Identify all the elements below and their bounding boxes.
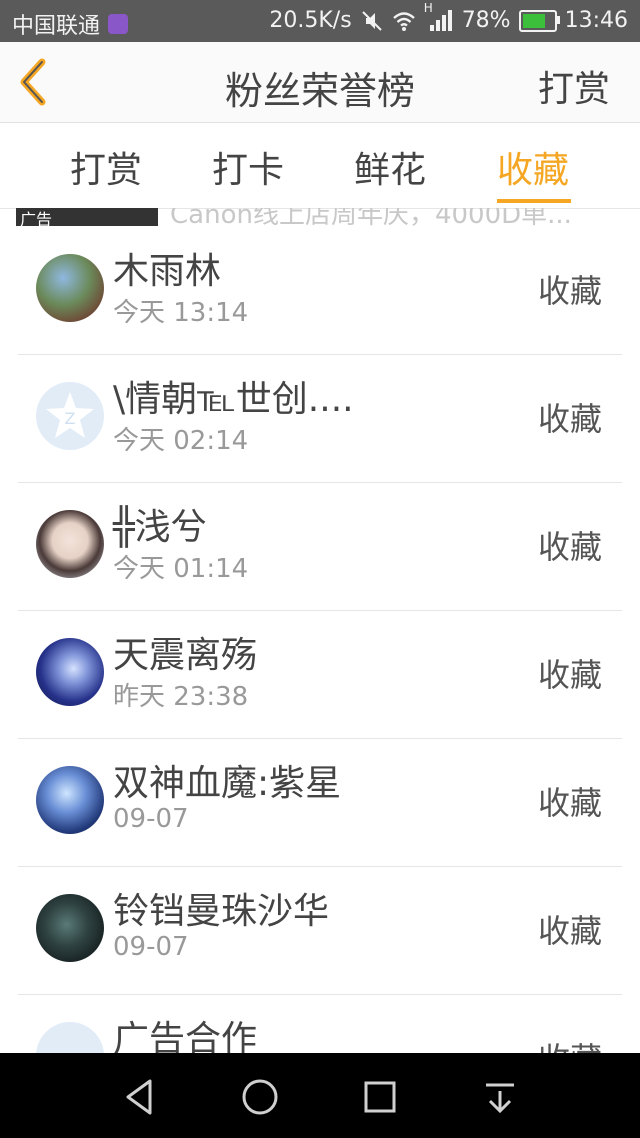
active-tab-indicator — [497, 199, 571, 203]
avatar — [36, 254, 104, 322]
tab-favorites[interactable]: 收藏 — [497, 141, 569, 193]
home-circle-icon[interactable] — [238, 1075, 282, 1119]
ad-label: 广告 — [20, 210, 53, 228]
avatar — [36, 894, 104, 962]
system-nav-bar — [0, 1053, 640, 1138]
status-bar: 中国联通 20.5K/s H 78% 13:46 — [0, 0, 640, 42]
list-item[interactable]: 铃铛曼珠沙华 09-07 收藏 — [18, 866, 622, 995]
clock: 13:46 — [564, 8, 628, 33]
fan-name: \情朝℡世创.... — [113, 379, 354, 420]
list-item[interactable]: 天震离殇 昨天 23:38 收藏 — [18, 610, 622, 739]
recent-apps-icon[interactable] — [358, 1075, 402, 1119]
tab-reward[interactable]: 打赏 — [70, 141, 142, 193]
fan-name: 广告合作 — [113, 1019, 258, 1053]
fan-name: ╬浅兮 — [113, 507, 207, 548]
battery-fill — [522, 13, 545, 28]
ad-text: Canon线上店周年庆，4000D单... — [170, 208, 572, 228]
action-label: 收藏 — [537, 400, 602, 438]
reward-button[interactable]: 打赏 — [538, 60, 610, 112]
battery-percent: 78% — [461, 8, 511, 33]
net-speed: 20.5K/s — [269, 8, 352, 33]
fan-time: 09-07 — [113, 804, 189, 834]
mute-icon — [361, 10, 382, 31]
avatar: Z — [36, 382, 104, 450]
signal-icon: H — [424, 1, 454, 33]
fan-time: 今天 01:14 — [113, 554, 249, 584]
fan-name: 双神血魔:紫星 — [113, 763, 342, 804]
battery-icon — [518, 9, 560, 32]
action-label: 收藏 — [537, 528, 602, 566]
svg-text:Z: Z — [65, 409, 76, 428]
fan-time: 09-07 — [113, 932, 189, 962]
fan-time: 昨天 23:38 — [113, 682, 249, 712]
wifi-icon — [392, 11, 415, 31]
tab-bar: 打赏 打卡 鲜花 收藏 — [0, 123, 640, 209]
avatar — [36, 1022, 104, 1053]
avatar — [36, 766, 104, 834]
list-item[interactable]: 广告合作 收藏 — [18, 994, 622, 1053]
notification-pulldown-icon[interactable] — [478, 1075, 522, 1119]
app-notification-icon — [108, 14, 129, 34]
list-item[interactable]: 双神血魔:紫星 09-07 收藏 — [18, 738, 622, 867]
list-item[interactable]: Z \情朝℡世创.... 今天 02:14 收藏 — [18, 354, 622, 483]
fan-name: 铃铛曼珠沙华 — [113, 891, 330, 932]
carrier-label: 中国联通 — [12, 14, 101, 39]
action-label: 收藏 — [537, 656, 602, 694]
default-avatar-icon: Z — [46, 392, 94, 438]
ad-banner[interactable]: 广告 Canon线上店周年庆，4000D单... — [16, 208, 616, 228]
list-item[interactable]: ╬浅兮 今天 01:14 收藏 — [18, 482, 622, 611]
action-label: 收藏 — [537, 912, 602, 950]
network-type-label: H — [423, 0, 433, 15]
action-label: 收藏 — [538, 1034, 602, 1053]
fan-list: 广告 Canon线上店周年庆，4000D单... 木雨林 今天 13:14 收藏… — [0, 208, 640, 1053]
fan-time: 今天 13:14 — [113, 298, 249, 328]
title-bar: 粉丝荣誉榜 打赏 — [0, 42, 640, 123]
fan-time: 今天 02:14 — [113, 426, 249, 456]
action-label: 收藏 — [537, 272, 602, 310]
avatar — [36, 638, 104, 706]
back-triangle-icon[interactable] — [118, 1075, 162, 1119]
fan-name: 木雨林 — [113, 251, 222, 292]
avatar — [36, 510, 104, 578]
action-label: 收藏 — [537, 784, 602, 822]
ad-thumbnail: 广告 — [16, 208, 158, 228]
tab-flowers[interactable]: 鲜花 — [354, 141, 426, 193]
fan-name: 天震离殇 — [113, 635, 258, 676]
tab-checkin[interactable]: 打卡 — [212, 141, 284, 193]
list-item[interactable]: 木雨林 今天 13:14 收藏 — [18, 226, 622, 355]
